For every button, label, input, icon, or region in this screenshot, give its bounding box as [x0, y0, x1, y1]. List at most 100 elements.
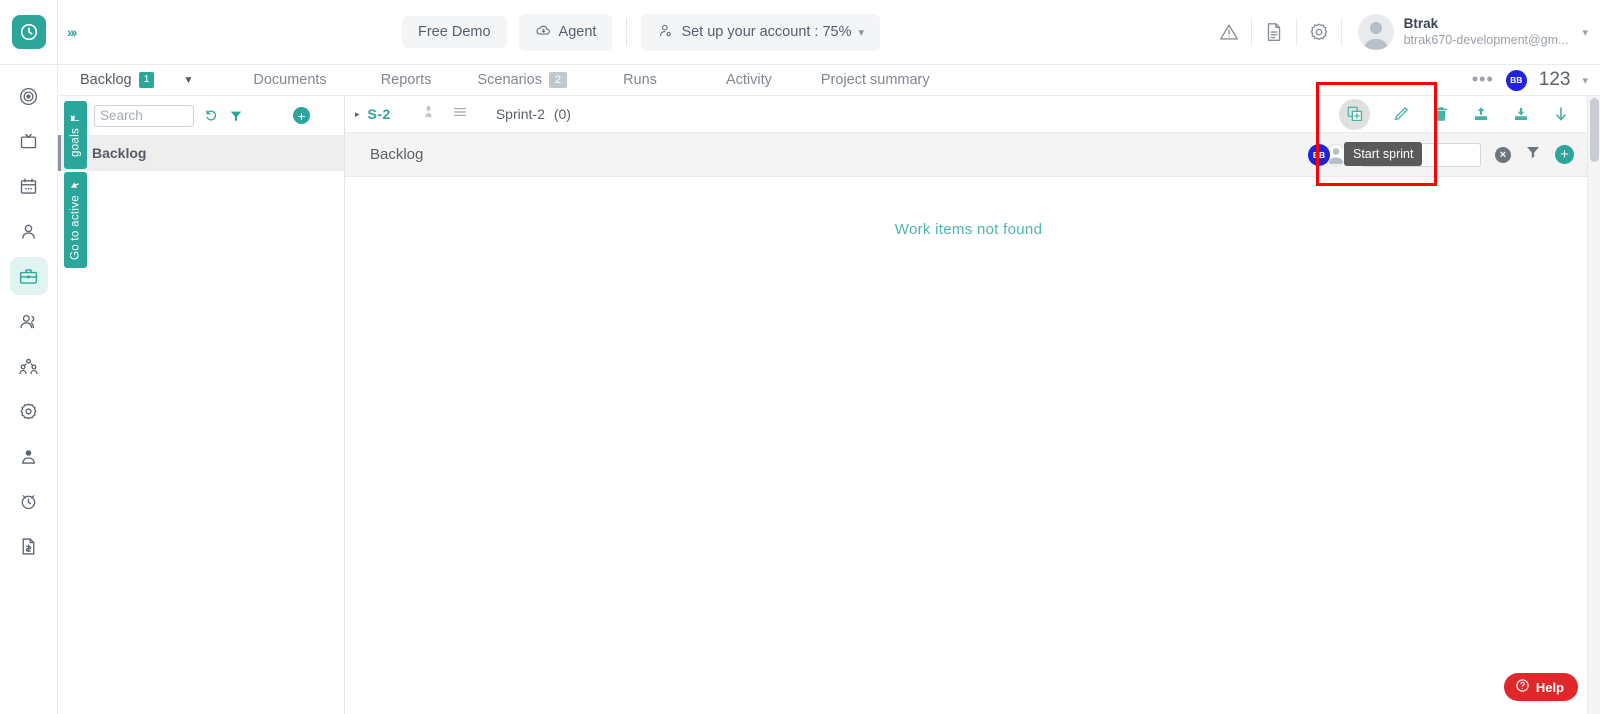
avatar[interactable]: BB — [1308, 144, 1330, 166]
chevron-down-icon[interactable]: ▾ — [859, 26, 865, 39]
go-to-active-side-tab-label: Go to active — [70, 196, 82, 261]
plus-circle-icon[interactable]: + — [293, 107, 310, 124]
header-divider-1 — [626, 18, 627, 46]
upload-icon[interactable] — [1472, 105, 1490, 123]
vertical-scrollbar[interactable]: ▲ — [1587, 96, 1600, 714]
tab-documents[interactable]: Documents — [241, 72, 338, 88]
more-options-icon[interactable]: ••• — [1472, 76, 1494, 83]
account-setup-label: Set up your account : 75% — [681, 24, 851, 40]
avatar[interactable]: BB — [1506, 70, 1527, 91]
sidebar-item-settings[interactable] — [10, 392, 48, 430]
scrollbar-thumb[interactable] — [1590, 98, 1599, 162]
left-panel-toolbar: + — [58, 96, 344, 135]
sidebar-item-timesheet[interactable] — [10, 482, 48, 520]
go-to-active-side-tab[interactable]: Go to active — [64, 172, 87, 268]
sidebar-item-users[interactable] — [10, 302, 48, 340]
tab-scenarios-badge: 2 — [549, 72, 567, 88]
tab-backlog[interactable]: Backlog 1 ▼ — [68, 72, 205, 88]
goals-side-tab-label: goals — [70, 129, 82, 158]
filter-icon[interactable] — [1525, 144, 1541, 165]
tab-runs-label: Runs — [623, 72, 657, 88]
sidebar-item-profile[interactable] — [10, 437, 48, 475]
tab-backlog-badge: 1 — [139, 72, 155, 88]
free-demo-label: Free Demo — [418, 24, 491, 40]
edit-pencil-icon[interactable] — [1392, 105, 1410, 123]
user-menu[interactable]: Btrak btrak670-development@gm... ▾ — [1342, 0, 1600, 65]
tab-reports[interactable]: Reports — [369, 72, 444, 88]
tab-documents-label: Documents — [253, 72, 326, 88]
gear-icon[interactable] — [1297, 0, 1341, 65]
sidebar-item-team[interactable] — [10, 347, 48, 385]
goals-side-tab[interactable]: goals — [64, 101, 87, 169]
sidebar-item-user[interactable] — [10, 212, 48, 250]
expand-triangle-icon[interactable]: ▸ — [355, 109, 360, 120]
chevron-down-icon[interactable]: ▾ — [1582, 74, 1588, 87]
start-sprint-tooltip: Start sprint — [1344, 142, 1422, 166]
sidebar-item-calendar[interactable] — [10, 167, 48, 205]
tab-reports-label: Reports — [381, 72, 432, 88]
sidebar-item-projects[interactable] — [10, 257, 48, 295]
sprint-code[interactable]: S-2 — [368, 106, 391, 122]
agent-label: Agent — [559, 24, 597, 40]
tab-runs[interactable]: Runs — [611, 72, 669, 88]
cloud-download-icon — [535, 22, 552, 43]
plus-circle-icon[interactable]: + — [1555, 145, 1574, 164]
backlog-left-panel: + Backlog — [58, 96, 345, 714]
user-email: btrak670-development@gm... — [1404, 33, 1569, 49]
chevron-down-icon[interactable]: ▼ — [183, 75, 193, 86]
question-circle-icon — [1515, 678, 1530, 696]
help-button-label: Help — [1536, 680, 1564, 695]
tab-project-summary[interactable]: Project summary — [809, 72, 942, 88]
chevron-double-right-icon[interactable]: »› — [67, 24, 75, 40]
left-icon-rail — [0, 65, 58, 714]
delete-trash-icon[interactable] — [1432, 105, 1450, 123]
start-sprint-copy-icon[interactable] — [1339, 99, 1370, 130]
tab-backlog-label: Backlog — [80, 72, 132, 88]
sprint-toolbar — [1339, 99, 1592, 130]
backlog-list-item-label: Backlog — [92, 145, 146, 161]
project-tabs-bar: Backlog 1 ▼ Documents Reports Scenarios … — [58, 65, 1600, 96]
tab-activity[interactable]: Activity — [714, 72, 784, 88]
sidebar-item-invoice[interactable] — [10, 527, 48, 565]
tab-scenarios[interactable]: Scenarios 2 — [465, 72, 579, 88]
clock-logo-icon[interactable] — [12, 15, 46, 49]
tab-scenarios-label: Scenarios — [477, 72, 541, 88]
free-demo-button[interactable]: Free Demo — [402, 16, 507, 48]
filter-icon[interactable] — [229, 109, 243, 123]
clear-circle-icon[interactable]: × — [1495, 147, 1511, 163]
refresh-icon[interactable] — [204, 108, 219, 123]
agent-button[interactable]: Agent — [519, 14, 613, 51]
tab-project-summary-label: Project summary — [821, 72, 930, 88]
warning-triangle-icon[interactable] — [1207, 0, 1251, 65]
user-settings-icon — [657, 22, 674, 43]
flag-icon — [70, 112, 81, 124]
tab-activity-label: Activity — [726, 72, 772, 88]
tabs-right-group: ••• BB 123 ▾ — [1472, 69, 1600, 91]
logo-container — [0, 0, 58, 65]
assignee-avatars: BB — [1308, 144, 1347, 166]
backlog-group-title: Backlog — [370, 146, 423, 163]
app-root: »› Free Demo Agent — [0, 0, 1600, 714]
document-icon[interactable] — [1252, 0, 1296, 65]
top-header: »› Free Demo Agent — [0, 0, 1600, 65]
main-content: ▸ S-2 Sprint-2 (0) — [345, 96, 1592, 714]
sidebar-item-board[interactable] — [10, 122, 48, 160]
cursor-icon — [70, 179, 81, 191]
list-item[interactable]: Backlog — [58, 135, 344, 171]
sprint-name[interactable]: Sprint-2 — [496, 106, 545, 122]
user-info: Btrak btrak670-development@gm... — [1404, 16, 1569, 49]
help-button[interactable]: Help — [1504, 673, 1578, 701]
sprint-item-count: (0) — [554, 106, 571, 122]
user-name: Btrak — [1404, 16, 1569, 33]
search-input[interactable] — [94, 105, 194, 127]
sidebar-item-target[interactable] — [10, 77, 48, 115]
project-number: 123 — [1539, 69, 1571, 91]
hamburger-icon[interactable] — [452, 104, 468, 125]
download-icon[interactable] — [1512, 105, 1530, 123]
header-right-group: Btrak btrak670-development@gm... ▾ — [1207, 0, 1600, 65]
account-setup-button[interactable]: Set up your account : 75% ▾ — [641, 14, 880, 51]
arrow-down-icon[interactable] — [1552, 105, 1570, 123]
header-center-group: Free Demo Agent S — [75, 14, 1206, 51]
chevron-down-icon[interactable]: ▾ — [1582, 26, 1588, 39]
person-filled-icon[interactable] — [421, 103, 436, 125]
